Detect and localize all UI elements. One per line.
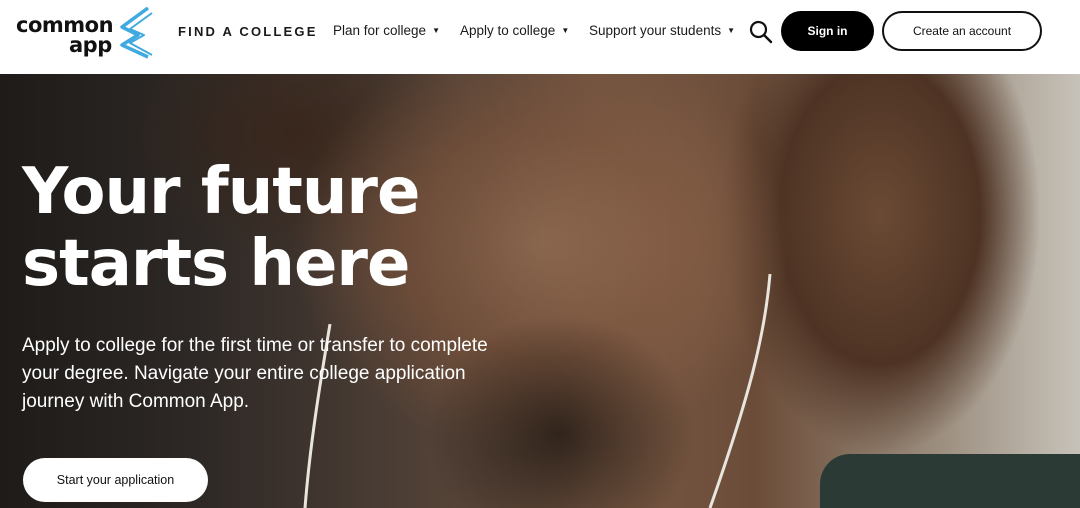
sign-in-button[interactable]: Sign in bbox=[781, 11, 874, 51]
find-a-college-link[interactable]: FIND A COLLEGE bbox=[178, 24, 318, 39]
search-icon[interactable] bbox=[748, 19, 774, 45]
nav-plan-label: Plan for college bbox=[333, 23, 427, 38]
caret-down-icon: ▼ bbox=[727, 26, 736, 35]
nav-apply-to-college[interactable]: Apply to college ▼ bbox=[460, 23, 569, 38]
earphone-wire-graphic bbox=[708, 274, 772, 508]
nav-support-your-students[interactable]: Support your students ▼ bbox=[589, 23, 735, 38]
hero-image-shirt bbox=[820, 454, 1080, 508]
logo-word-common: common bbox=[16, 13, 114, 37]
nav-plan-for-college[interactable]: Plan for college ▼ bbox=[333, 23, 440, 38]
hero-title-line1: Your future bbox=[22, 155, 420, 229]
caret-down-icon: ▼ bbox=[561, 26, 570, 35]
hero-title: Your future starts here bbox=[22, 155, 420, 301]
logo-wordmark: common app bbox=[16, 13, 114, 57]
hero-banner: Your future starts here Apply to college… bbox=[0, 74, 1080, 508]
nav-apply-label: Apply to college bbox=[460, 23, 556, 38]
start-application-button[interactable]: Start your application bbox=[23, 458, 208, 502]
logo-mark-icon bbox=[120, 6, 153, 59]
logo-word-app: app bbox=[69, 33, 112, 57]
hero-title-line2: starts here bbox=[22, 227, 410, 301]
site-header: common app FIND A COLLEGE Plan for colle… bbox=[0, 0, 1080, 74]
common-app-logo[interactable]: common app bbox=[16, 5, 156, 61]
caret-down-icon: ▼ bbox=[432, 26, 440, 35]
create-account-button[interactable]: Create an account bbox=[882, 11, 1042, 51]
hero-subtitle: Apply to college for the first time or t… bbox=[22, 335, 488, 412]
nav-support-label: Support your students bbox=[589, 23, 722, 38]
